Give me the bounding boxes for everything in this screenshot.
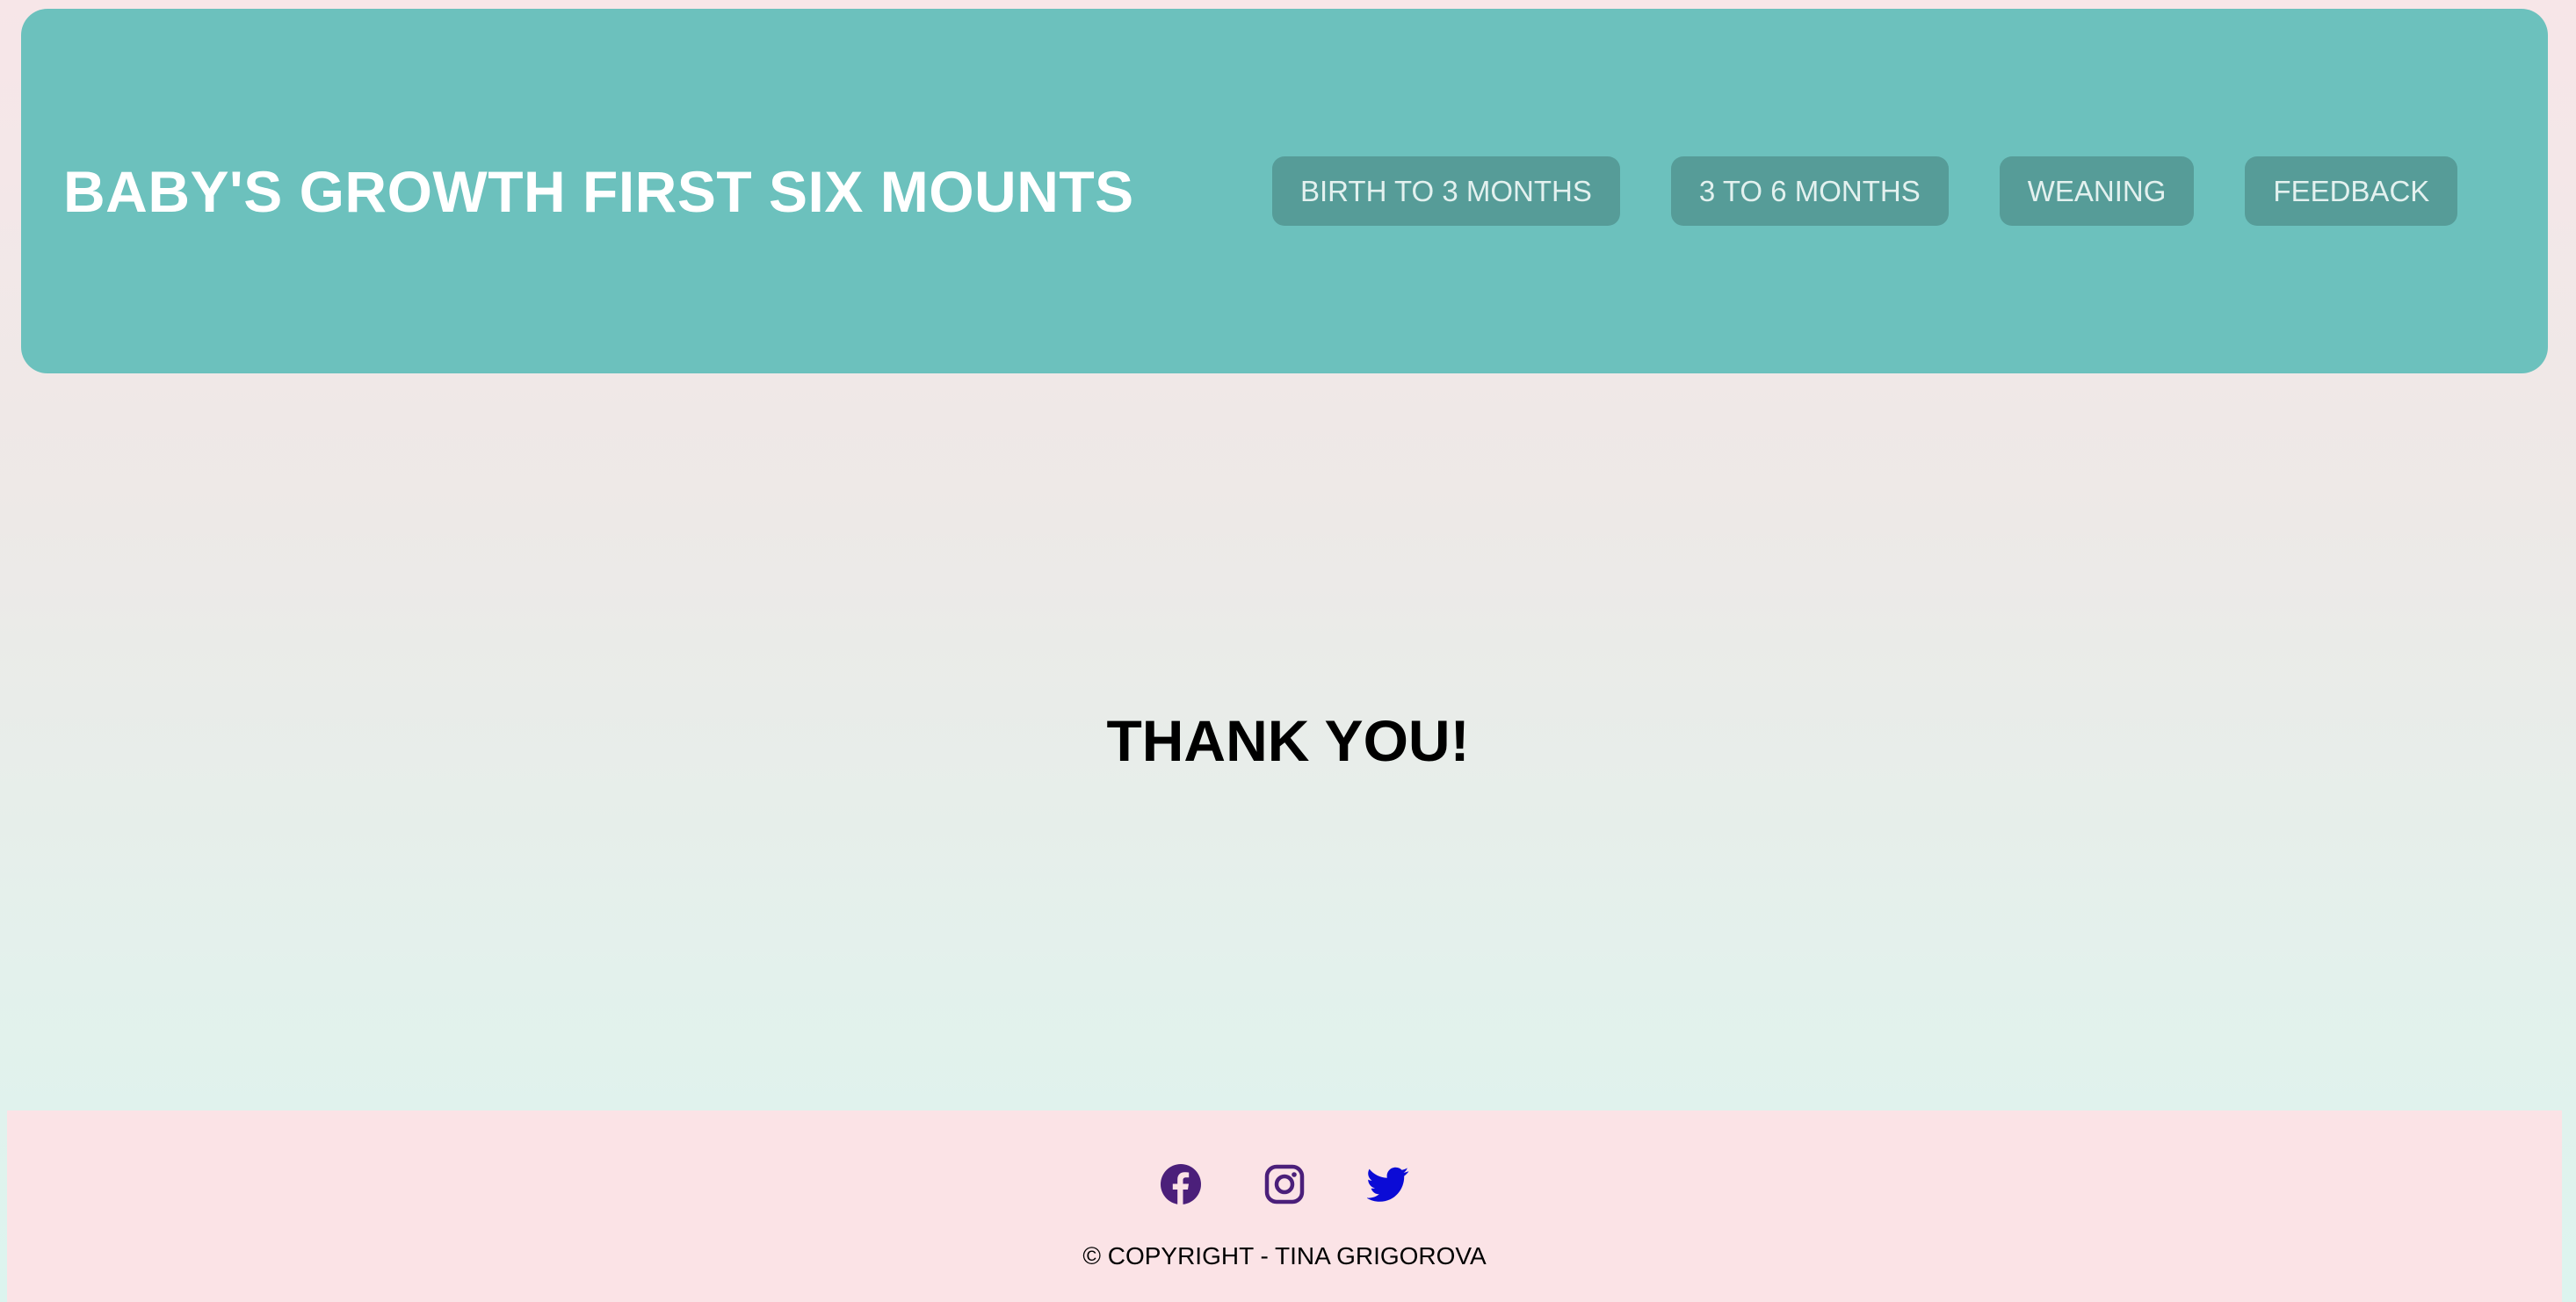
facebook-link[interactable] (1160, 1163, 1202, 1205)
twitter-icon (1367, 1167, 1409, 1202)
social-links (7, 1163, 2562, 1205)
nav-feedback-button[interactable]: FEEDBACK (2245, 156, 2458, 226)
instagram-link[interactable] (1263, 1163, 1306, 1205)
facebook-icon (1161, 1164, 1201, 1204)
instagram-icon (1264, 1164, 1305, 1204)
nav-weaning-button[interactable]: WEANING (1999, 156, 2195, 226)
site-header: BABY'S GROWTH FIRST SIX MOUNTS BIRTH TO … (21, 9, 2548, 373)
twitter-link[interactable] (1367, 1163, 1409, 1205)
site-footer: © COPYRIGHT - TINA GRIGOROVA (7, 1110, 2562, 1302)
thank-you-heading: THANK YOU! (1106, 708, 1470, 773)
site-title: BABY'S GROWTH FIRST SIX MOUNTS (63, 159, 1134, 224)
nav-3-to-6-months-button[interactable]: 3 TO 6 MONTHS (1670, 156, 1949, 226)
nav-birth-to-3-months-button[interactable]: BIRTH TO 3 MONTHS (1272, 156, 1620, 226)
copyright-text: © COPYRIGHT - TINA GRIGOROVA (1082, 1242, 1487, 1269)
main-nav: BIRTH TO 3 MONTHS 3 TO 6 MONTHS WEANING … (1272, 156, 2458, 226)
